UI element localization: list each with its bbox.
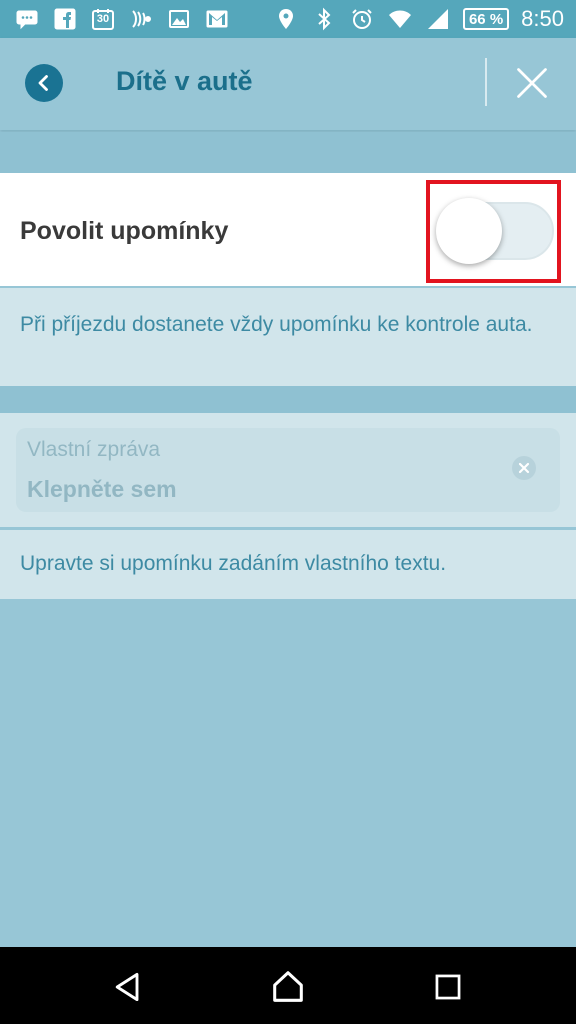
custom-message-section: Vlastní zpráva Klepněte sem: [0, 413, 576, 527]
facebook-icon: [52, 6, 78, 32]
gallery-icon: [166, 6, 192, 32]
close-icon: [517, 68, 547, 98]
close-button[interactable]: [512, 63, 552, 103]
gmail-icon: [204, 6, 230, 32]
nav-back-button[interactable]: [108, 967, 148, 1007]
custom-message-input[interactable]: Vlastní zpráva Klepněte sem: [16, 428, 560, 512]
custom-message-label: Vlastní zpráva: [27, 438, 161, 461]
clear-icon[interactable]: [512, 456, 536, 480]
highlight-box: [426, 180, 561, 283]
chevron-left-icon: [38, 75, 48, 91]
navigation-bar: [0, 947, 576, 1024]
clock: 8:50: [521, 6, 564, 31]
custom-message-hint-panel: Upravte si upomínku zadáním vlastního te…: [0, 530, 576, 599]
header-divider: [485, 58, 487, 106]
reminder-toggle-label: Povolit upomínky: [20, 217, 229, 245]
custom-message-hint-text: Upravte si upomínku zadáním vlastního te…: [20, 552, 447, 575]
calendar-icon: 30: [90, 6, 116, 32]
section-spacer: [0, 132, 576, 173]
nfc-icon: [128, 6, 154, 32]
chat-icon: [14, 6, 40, 32]
back-button[interactable]: [25, 64, 63, 102]
nav-home-button[interactable]: [268, 967, 308, 1007]
battery-indicator: 66 %: [462, 8, 510, 30]
custom-message-placeholder: Klepněte sem: [27, 476, 177, 502]
recents-icon: [435, 974, 461, 1000]
home-icon: [273, 971, 303, 1002]
reminder-hint-panel: Při příjezdu dostanete vždy upomínku ke …: [0, 288, 576, 386]
reminder-hint-text: Při příjezdu dostanete vždy upomínku ke …: [20, 313, 533, 336]
location-icon: [273, 6, 299, 32]
back-triangle-icon: [115, 972, 139, 1002]
section-spacer: [0, 386, 576, 413]
page-title: Dítě v autě: [116, 66, 253, 96]
alarm-icon: [349, 6, 375, 32]
app-header: Dítě v autě: [0, 38, 576, 130]
status-right-icons: 66 % 8:50: [273, 6, 564, 32]
reminder-toggle-row: Povolit upomínky: [0, 173, 576, 286]
status-left-icons: 30: [14, 6, 230, 32]
calendar-day: 30: [96, 13, 110, 25]
nav-recents-button[interactable]: [428, 967, 468, 1007]
status-bar: 30 66 % 8:50: [0, 0, 576, 38]
signal-icon: [425, 6, 451, 32]
wifi-icon: [387, 6, 413, 32]
bluetooth-icon: [311, 6, 337, 32]
